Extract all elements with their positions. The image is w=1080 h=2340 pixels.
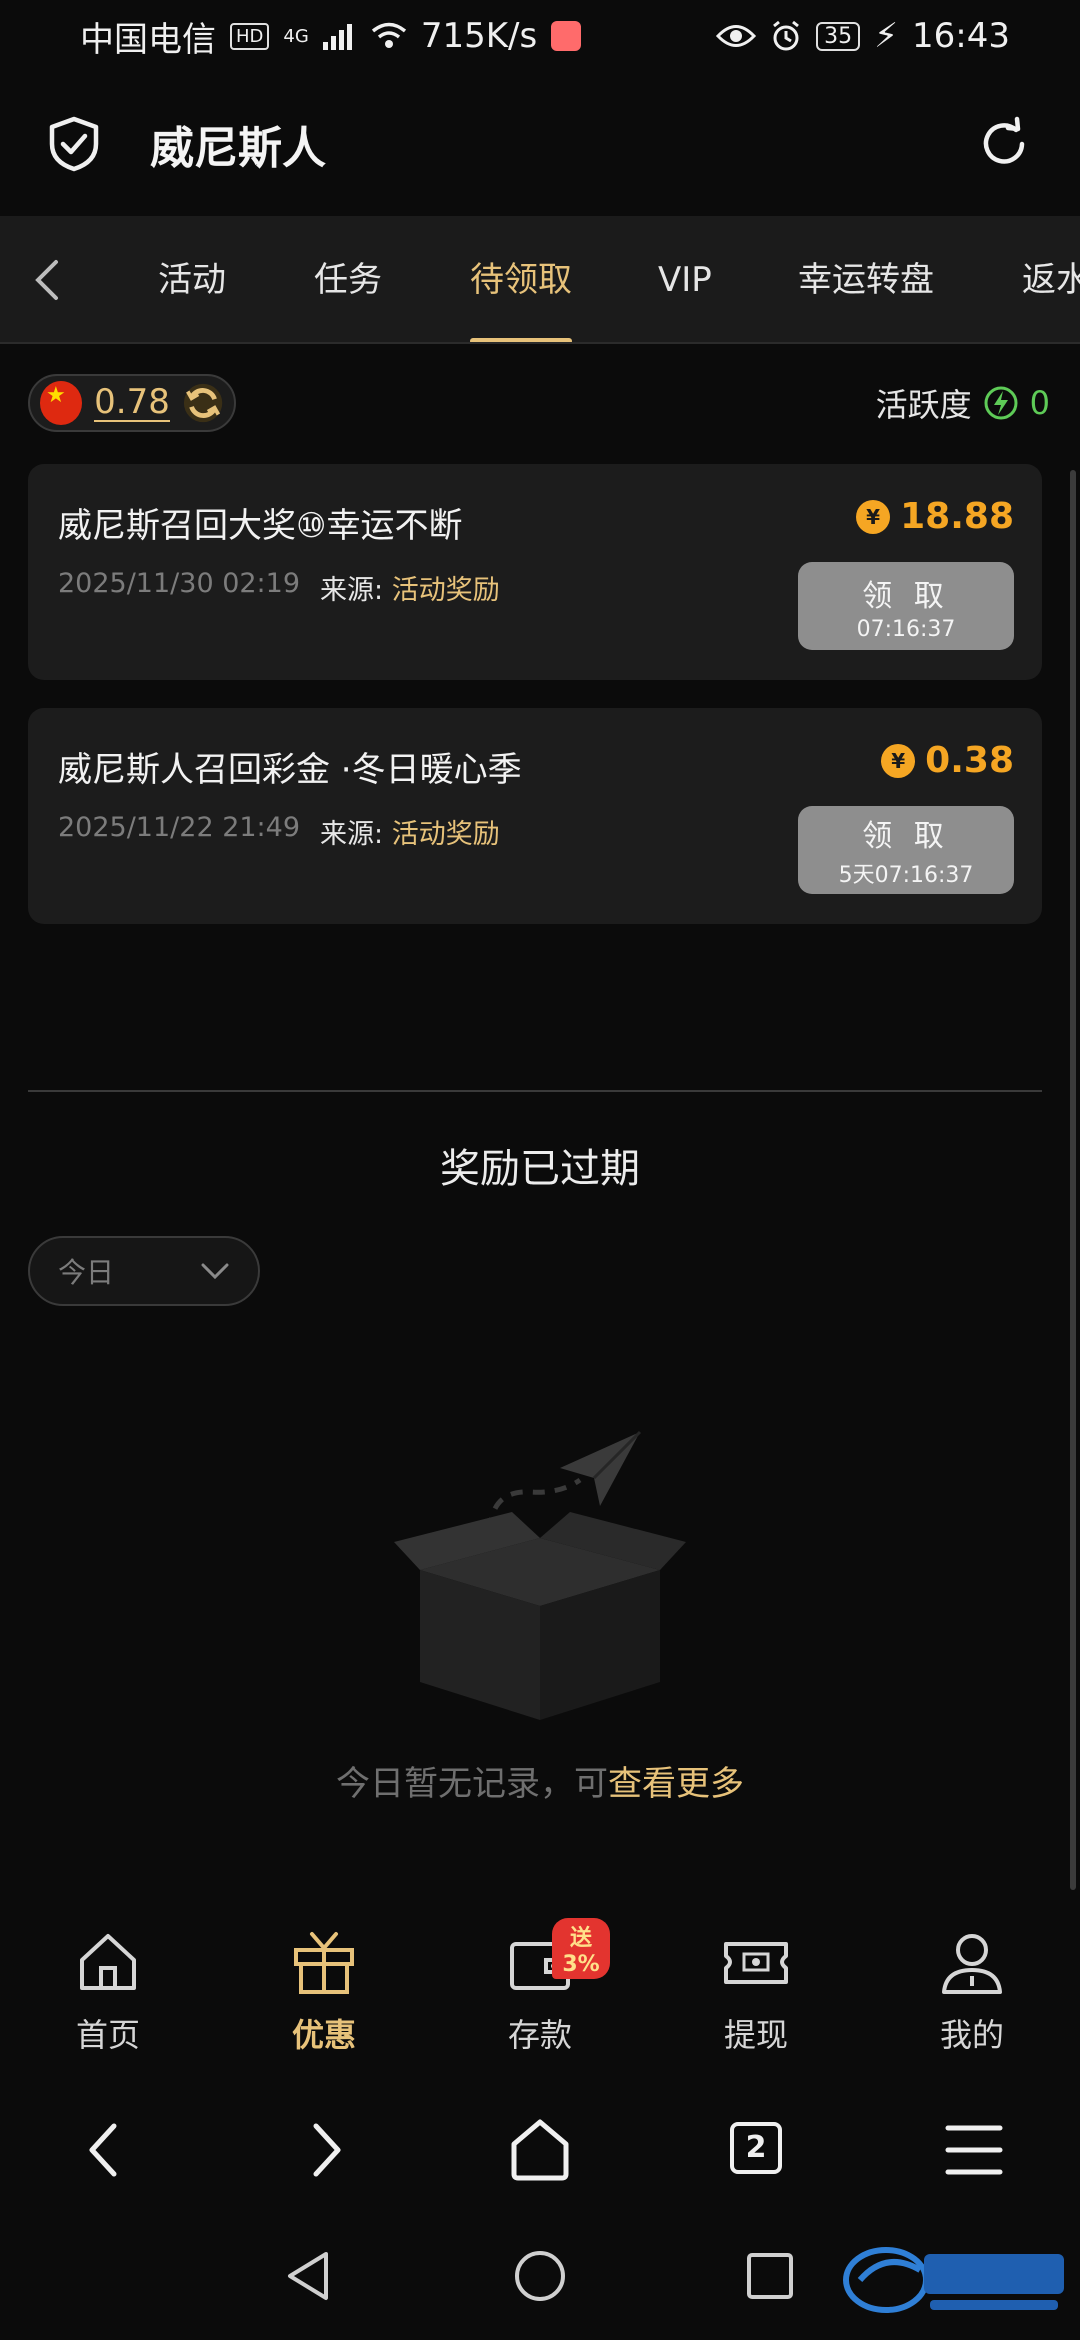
reward-amount: 18.88	[900, 496, 1014, 537]
tab-activity[interactable]: 活动	[158, 216, 226, 342]
system-back-icon[interactable]	[280, 2248, 336, 2304]
tab-lucky-wheel[interactable]: 幸运转盘	[798, 216, 934, 342]
activity-value: 0	[1029, 384, 1050, 422]
reward-amount-group: ¥ 18.88	[856, 496, 1014, 537]
balance-pill: 0.78	[28, 374, 236, 432]
carrier-name: 中国电信	[80, 19, 216, 60]
nav-deposit-label: 存款	[507, 2016, 572, 2054]
status-right: 35 ⚡ 16:43	[716, 16, 1010, 56]
reward-source-value: 活动奖励	[391, 575, 500, 606]
empty-state-text: 今日暂无记录，可查看更多	[0, 1756, 1080, 1805]
battery-level: 35	[816, 21, 861, 51]
reward-source-label: 来源:	[320, 575, 384, 606]
tab-vip[interactable]: VIP	[658, 216, 712, 342]
nav-profile-label: 我的	[939, 2016, 1004, 2054]
user-icon	[942, 1934, 1002, 1994]
system-home-icon[interactable]	[512, 2248, 568, 2304]
empty-box-illustration	[394, 1430, 686, 1720]
nav-home[interactable]: 首页	[38, 1926, 178, 2056]
reward-source-value: 活动奖励	[391, 819, 500, 850]
wifi-icon	[371, 22, 406, 48]
claim-countdown: 07:16:37	[856, 616, 956, 642]
app-notification-icon	[551, 21, 582, 51]
alarm-icon	[773, 20, 800, 51]
claim-label: 领 取	[862, 578, 950, 614]
reward-card: 威尼斯人召回彩金 ·冬日暖心季 2025/11/22 21:49 来源: 活动奖…	[28, 708, 1042, 924]
refresh-balance-icon[interactable]	[182, 381, 224, 425]
tab-pending[interactable]: 待领取	[470, 216, 572, 342]
claim-label: 领 取	[862, 819, 950, 854]
nav-deposit[interactable]: 送3% 存款	[470, 1918, 610, 2056]
view-more-link[interactable]: 查看更多	[608, 1764, 744, 1804]
refresh-icon[interactable]	[976, 116, 1032, 172]
claim-countdown: 5天07:16:37	[838, 863, 974, 888]
browser-toolbar: 2	[0, 2090, 1080, 2210]
section-divider	[28, 1090, 1042, 1092]
coin-icon: ¥	[881, 743, 916, 778]
claim-button[interactable]: 领 取 5天07:16:37	[798, 806, 1014, 894]
date-filter-dropdown[interactable]: 今日	[28, 1236, 260, 1306]
bottom-navigation: 首页 优惠 送3% 存款 提现 我的	[0, 1890, 1080, 2090]
empty-message: 今日暂无记录，可	[336, 1764, 608, 1804]
network-type: 4G	[283, 25, 309, 47]
eye-icon	[716, 25, 757, 47]
reward-date: 2025/11/22 21:49	[58, 812, 301, 843]
hd-indicator: HD	[230, 22, 270, 50]
cash-icon	[724, 1942, 788, 1984]
nav-withdraw[interactable]: 提现	[686, 1926, 826, 2056]
chevron-left-icon[interactable]	[28, 256, 68, 304]
date-filter-value: 今日	[58, 1256, 115, 1289]
reward-meta: 2025/11/30 02:19 来源: 活动奖励	[58, 568, 500, 607]
app-header: 威尼斯人	[0, 72, 1080, 216]
chevron-down-icon	[201, 1263, 229, 1280]
network-speed: 715K/s	[420, 16, 538, 56]
menu-icon[interactable]	[936, 2112, 1012, 2188]
tab-tasks[interactable]: 任务	[314, 216, 382, 342]
signal-icon	[322, 24, 352, 50]
gift-icon	[294, 1932, 354, 1994]
nav-profile[interactable]: 我的	[902, 1926, 1042, 2056]
watermark-logo	[843, 2247, 1064, 2313]
expired-section-title: 奖励已过期	[440, 1146, 640, 1192]
status-bar: 中国电信 HD 4G 715K/s 35 ⚡ 16:43	[0, 0, 1080, 72]
lightning-icon	[984, 386, 1018, 420]
tab-rebate[interactable]: 返水	[1022, 216, 1080, 342]
nav-promotions[interactable]: 优惠	[254, 1926, 394, 2056]
back-icon[interactable]	[68, 2112, 144, 2188]
app-title: 威尼斯人	[150, 123, 326, 174]
system-recents-icon[interactable]	[742, 2248, 798, 2304]
activity-label: 活跃度	[875, 386, 972, 424]
home-icon[interactable]	[502, 2112, 578, 2188]
deposit-bonus-badge: 送3%	[552, 1918, 610, 1979]
category-tabs: 活动 任务 待领取 VIP 幸运转盘 返水	[0, 216, 1080, 344]
reward-date: 2025/11/30 02:19	[58, 568, 301, 599]
nav-home-label: 首页	[75, 2016, 140, 2054]
reward-title: 威尼斯人召回彩金 ·冬日暖心季	[58, 750, 522, 790]
claim-button[interactable]: 领 取 07:16:37	[798, 562, 1014, 650]
clock: 16:43	[912, 16, 1010, 56]
reward-amount: 0.38	[925, 740, 1014, 781]
scrollbar[interactable]	[1070, 470, 1076, 1890]
nav-promotions-label: 优惠	[291, 2016, 356, 2054]
home-icon	[80, 1934, 136, 1990]
forward-icon[interactable]	[286, 2112, 362, 2188]
reward-meta: 2025/11/22 21:49 来源: 活动奖励	[58, 812, 500, 851]
nav-withdraw-label: 提现	[723, 2016, 788, 2054]
coin-icon: ¥	[856, 499, 891, 534]
china-flag-icon	[40, 381, 83, 425]
shield-check-icon[interactable]	[48, 116, 100, 172]
charging-icon: ⚡	[874, 16, 899, 56]
status-left: 中国电信 HD 4G 715K/s	[80, 12, 582, 61]
reward-title: 威尼斯召回大奖⑩幸运不断	[58, 506, 463, 546]
reward-amount-group: ¥ 0.38	[881, 740, 1014, 781]
balance-amount: 0.78	[94, 382, 170, 422]
reward-source-label: 来源:	[320, 819, 384, 850]
tab-count-button[interactable]: 2	[730, 2122, 782, 2174]
reward-card: 威尼斯召回大奖⑩幸运不断 2025/11/30 02:19 来源: 活动奖励 ¥…	[28, 464, 1042, 680]
activity-indicator: 活跃度 0	[876, 380, 1050, 426]
